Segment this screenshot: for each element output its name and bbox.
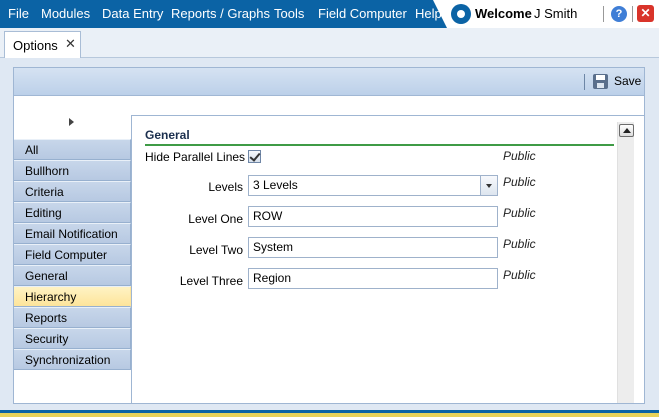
collapse-arrow-icon[interactable] <box>69 118 74 126</box>
nav-item-synchronization[interactable]: Synchronization <box>14 349 131 370</box>
options-panel: Save All Bullhorn Criteria Editing Email… <box>13 67 645 404</box>
vertical-scrollbar[interactable] <box>617 122 634 403</box>
level-two-input[interactable]: System <box>248 237 498 258</box>
levels-value: 3 Levels <box>253 178 298 192</box>
category-list: All Bullhorn Criteria Editing Email Noti… <box>14 139 131 370</box>
level-three-input[interactable]: Region <box>248 268 498 289</box>
tab-options[interactable]: Options ✕ <box>4 31 81 58</box>
menu-tools[interactable]: Tools <box>274 0 304 28</box>
app-logo-icon <box>451 4 471 24</box>
nav-item-hierarchy[interactable]: Hierarchy <box>14 286 131 307</box>
level-two-scope: Public <box>503 237 536 251</box>
menu-reports-graphs[interactable]: Reports / Graphs <box>171 0 270 28</box>
nav-item-editing[interactable]: Editing <box>14 202 131 223</box>
toolbar: Save <box>14 68 644 96</box>
toolbar-separator <box>584 74 585 90</box>
category-pane: All Bullhorn Criteria Editing Email Noti… <box>14 97 131 403</box>
section-title: General <box>145 128 190 142</box>
level-two-label: Level Two <box>189 243 243 257</box>
scroll-up-icon[interactable] <box>619 124 634 137</box>
levels-label: Levels <box>208 180 243 194</box>
tab-close-icon[interactable]: ✕ <box>65 36 76 52</box>
user-separator-2 <box>632 6 633 22</box>
tab-label: Options <box>13 38 58 53</box>
save-button[interactable]: Save <box>614 74 641 88</box>
user-separator <box>603 6 604 22</box>
menu-bar: File Modules Data Entry Reports / Graphs… <box>0 0 659 28</box>
section-divider <box>145 144 614 146</box>
status-strip <box>0 410 659 417</box>
user-area: Welcome J Smith ? ✕ <box>433 0 659 28</box>
menu-data-entry[interactable]: Data Entry <box>102 0 163 28</box>
nav-item-email-notification[interactable]: Email Notification <box>14 223 131 244</box>
dropdown-arrow-icon[interactable] <box>480 176 497 195</box>
levels-scope: Public <box>503 175 536 189</box>
nav-item-criteria[interactable]: Criteria <box>14 181 131 202</box>
user-name: J Smith <box>534 6 578 21</box>
menu-field-computer[interactable]: Field Computer <box>318 0 407 28</box>
settings-content: General Hide Parallel Lines Public Level… <box>131 115 644 403</box>
nav-item-reports[interactable]: Reports <box>14 307 131 328</box>
tab-strip: Options ✕ <box>0 28 659 58</box>
level-one-scope: Public <box>503 206 536 220</box>
level-one-input[interactable]: ROW <box>248 206 498 227</box>
levels-select[interactable]: 3 Levels <box>248 175 498 196</box>
hide-parallel-scope: Public <box>503 149 536 163</box>
close-app-icon[interactable]: ✕ <box>637 5 654 22</box>
save-icon[interactable] <box>593 74 608 89</box>
hide-parallel-lines-label: Hide Parallel Lines <box>145 150 246 164</box>
level-three-label: Level Three <box>179 274 243 288</box>
nav-item-all[interactable]: All <box>14 139 131 160</box>
welcome-text: Welcome <box>475 6 532 21</box>
menu-modules[interactable]: Modules <box>41 0 90 28</box>
nav-item-field-computer[interactable]: Field Computer <box>14 244 131 265</box>
hide-parallel-lines-checkbox[interactable] <box>248 150 261 163</box>
level-three-scope: Public <box>503 268 536 282</box>
level-one-label: Level One <box>188 212 243 226</box>
help-icon[interactable]: ? <box>611 6 627 22</box>
nav-item-general[interactable]: General <box>14 265 131 286</box>
nav-item-security[interactable]: Security <box>14 328 131 349</box>
menu-file[interactable]: File <box>8 0 29 28</box>
nav-item-bullhorn[interactable]: Bullhorn <box>14 160 131 181</box>
